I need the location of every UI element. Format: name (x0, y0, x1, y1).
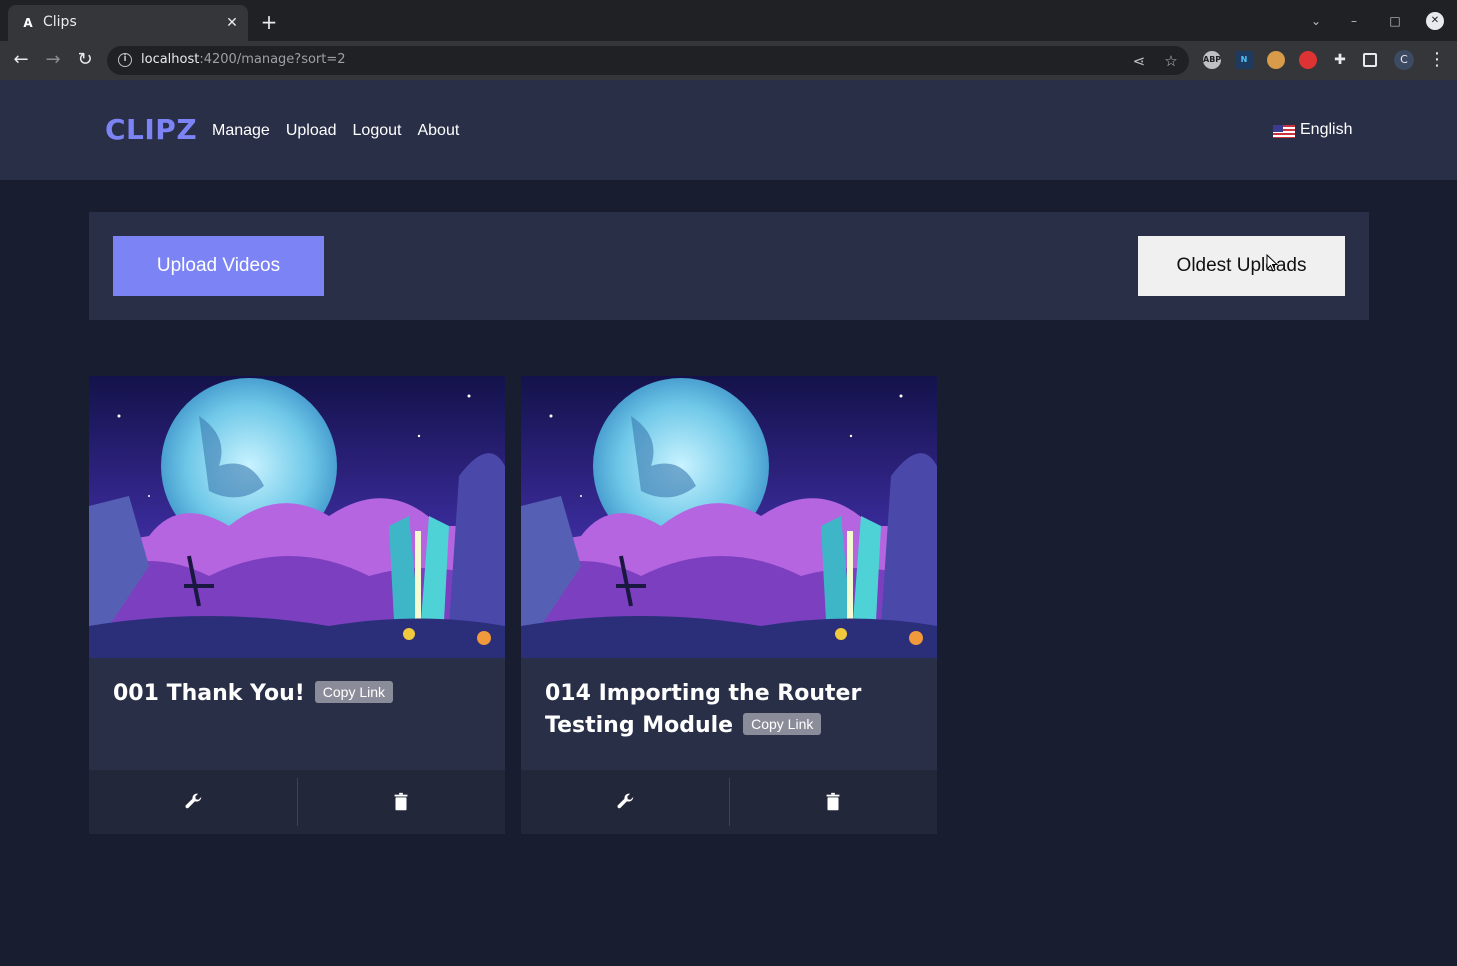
nav-upload[interactable]: Upload (286, 122, 337, 140)
sort-select[interactable]: Oldest Uploads (1138, 236, 1345, 296)
copy-link-button[interactable]: Copy Link (314, 681, 394, 703)
main-nav: Manage Upload Logout About (212, 122, 459, 140)
trash-icon (826, 792, 840, 811)
edit-clip-button[interactable] (521, 778, 730, 826)
upload-videos-button[interactable]: Upload Videos (113, 236, 324, 296)
edit-clip-button[interactable] (89, 778, 298, 826)
menu-kebab-icon[interactable]: ⋮ (1425, 48, 1449, 72)
controls-panel: Upload Videos Oldest Uploads (89, 212, 1369, 320)
clip-card-footer (89, 770, 505, 834)
back-icon[interactable]: ← (9, 48, 33, 72)
browser-toolbar: ← → ↻ i localhost:4200/manage?sort=2 ⋖ ☆… (0, 41, 1457, 80)
adblock-extension-icon[interactable]: ABP (1203, 51, 1221, 69)
new-tab-icon[interactable]: + (258, 11, 280, 33)
language-label: English (1300, 121, 1353, 138)
trash-icon (394, 792, 408, 811)
maximize-icon[interactable]: □ (1384, 10, 1406, 32)
url-text: localhost:4200/manage?sort=2 (141, 52, 346, 67)
address-bar[interactable]: i localhost:4200/manage?sort=2 ⋖ ☆ (107, 46, 1189, 75)
clip-title: 001 Thank You! Copy Link (113, 678, 483, 710)
window-close-icon[interactable]: ✕ (1426, 12, 1444, 30)
info-icon[interactable]: i (118, 53, 132, 67)
extensions-puzzle-icon[interactable]: ✚ (1331, 51, 1349, 69)
wrench-icon (617, 793, 634, 809)
tab-title: Clips (43, 14, 77, 30)
copy-link-button[interactable]: Copy Link (743, 713, 822, 735)
cookie-extension-icon[interactable] (1267, 51, 1285, 69)
clip-card-body: 014 Importing the Router Testing Module C… (545, 678, 915, 742)
clip-thumbnail[interactable] (521, 376, 937, 658)
clip-title: 014 Importing the Router Testing Module C… (545, 681, 862, 738)
nav-manage[interactable]: Manage (212, 122, 270, 140)
reload-icon[interactable]: ↻ (73, 48, 97, 72)
notion-extension-icon[interactable]: N (1235, 51, 1253, 69)
clip-card: 001 Thank You! Copy Link (89, 376, 505, 834)
clip-card-footer (521, 770, 937, 834)
brand-logo[interactable]: CLIPZ (105, 113, 197, 146)
mouse-cursor-icon (1266, 254, 1278, 272)
forward-icon[interactable]: → (41, 48, 65, 72)
record-extension-icon[interactable] (1299, 51, 1317, 69)
clip-card: 014 Importing the Router Testing Module C… (521, 376, 937, 834)
browser-tab-bar: A Clips ✕ + ⌄ – □ ✕ (0, 0, 1457, 41)
browser-tab[interactable]: A Clips ✕ (8, 5, 248, 41)
app-header: CLIPZ Manage Upload Logout About English (0, 80, 1457, 180)
profile-avatar[interactable]: C (1394, 50, 1414, 70)
share-icon[interactable]: ⋖ (1129, 51, 1149, 71)
wrench-icon (185, 793, 202, 809)
tab-search-icon[interactable]: ⌄ (1305, 10, 1327, 32)
us-flag-icon (1273, 125, 1295, 138)
nav-about[interactable]: About (417, 122, 459, 140)
bookmark-star-icon[interactable]: ☆ (1161, 51, 1181, 71)
tab-close-icon[interactable]: ✕ (222, 13, 242, 33)
angular-favicon-icon: A (23, 16, 33, 30)
clip-card-body: 001 Thank You! Copy Link (113, 678, 483, 710)
clip-thumbnail[interactable] (89, 376, 505, 658)
delete-clip-button[interactable] (730, 770, 938, 834)
minimize-icon[interactable]: – (1343, 10, 1365, 32)
delete-clip-button[interactable] (298, 770, 506, 834)
side-panel-icon[interactable] (1363, 53, 1377, 67)
language-selector[interactable]: English (1273, 121, 1352, 139)
nav-logout[interactable]: Logout (353, 122, 402, 140)
